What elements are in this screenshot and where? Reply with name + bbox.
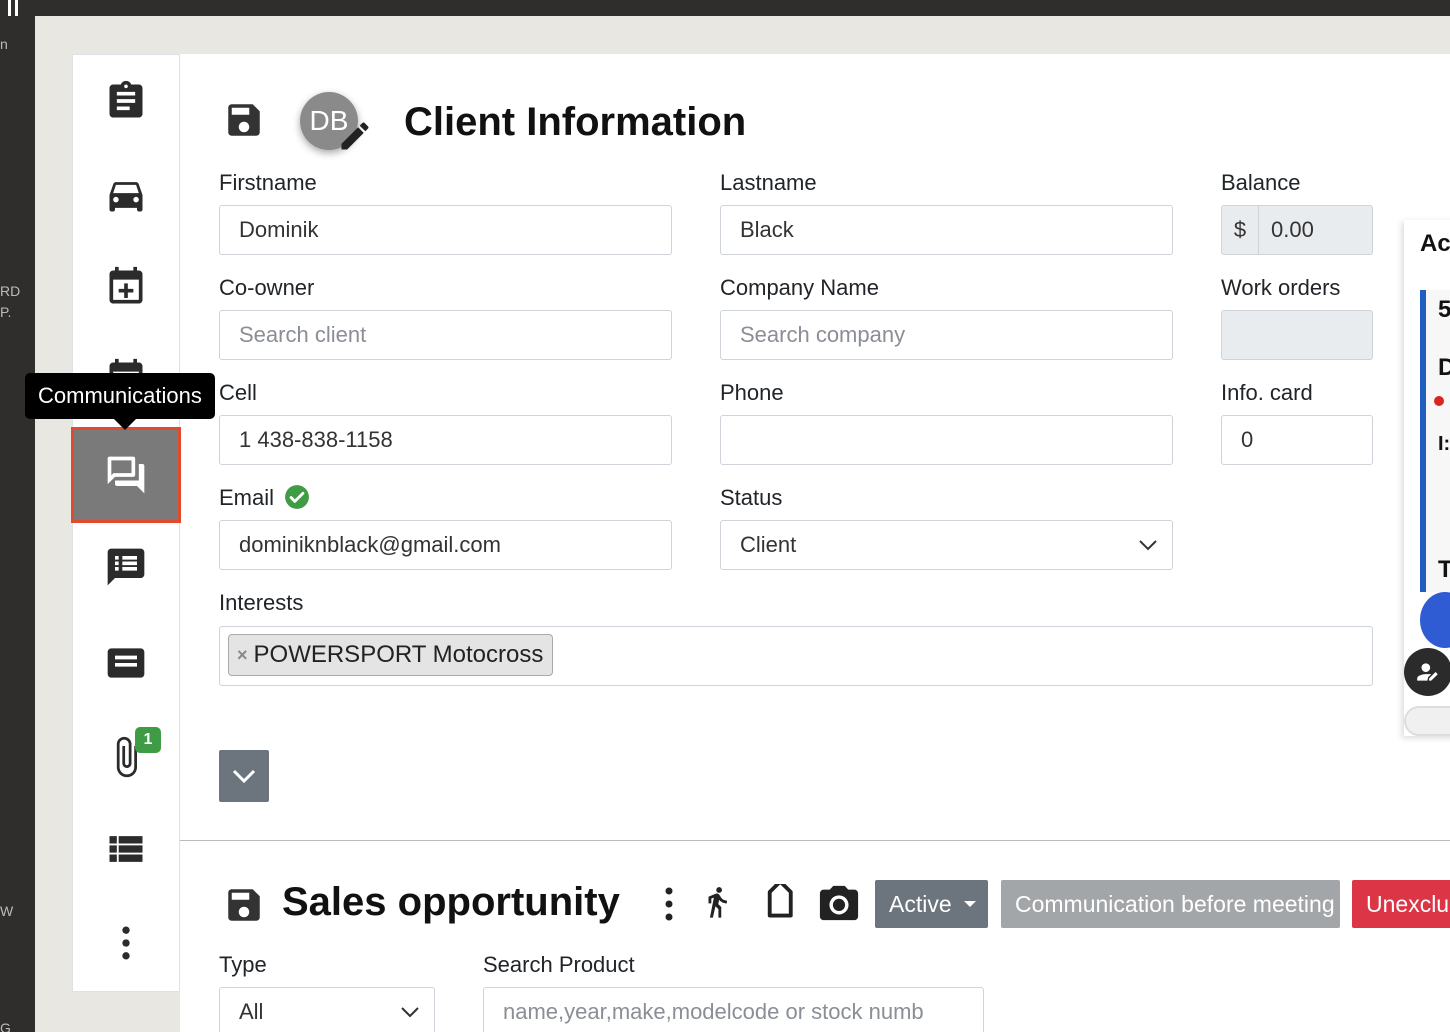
list-icon [109, 836, 143, 862]
chevron-down-icon [1139, 540, 1157, 551]
comment-list-icon [107, 548, 145, 586]
caret-down-icon [963, 901, 976, 907]
type-label: Type [219, 952, 267, 977]
activity-card-text: D [1438, 354, 1450, 381]
sidebar-item-communications[interactable] [71, 427, 181, 523]
work-orders-label: Work orders [1221, 275, 1341, 300]
cell-label: Cell [219, 380, 257, 405]
cell-input[interactable]: 1 438-838-1158 [219, 415, 672, 465]
type-selected-value: All [239, 999, 264, 1024]
edit-pencil-icon[interactable] [337, 118, 373, 154]
background-text-fragment: P. [0, 304, 12, 320]
activity-card-text: T [1438, 556, 1450, 583]
walk-in-icon[interactable] [700, 878, 734, 926]
info-card-label: Info. card [1221, 380, 1313, 405]
background-window-strip: n RD P. W G [0, 0, 35, 1032]
communication-before-meeting-button[interactable]: Communication before meeting [1001, 880, 1340, 928]
status-dropdown-label: Active [889, 890, 952, 917]
interests-label: Interests [219, 590, 304, 615]
product-search-input[interactable]: name,year,make,modelcode or stock numb [483, 987, 984, 1032]
firstname-input[interactable]: Dominik [219, 205, 672, 255]
interests-tag-input[interactable]: × POWERSPORT Motocross [219, 626, 1373, 686]
work-orders-field [1221, 310, 1373, 360]
tag-icon[interactable] [758, 884, 800, 926]
more-vertical-icon [122, 926, 130, 960]
page-title: Client Information [404, 100, 747, 144]
sidebar-item-more[interactable] [73, 897, 179, 989]
activity-card[interactable]: 5 D I: T [1420, 290, 1450, 592]
car-icon [109, 182, 143, 212]
background-text-fragment: G [0, 1020, 11, 1032]
camera-icon[interactable] [816, 882, 862, 924]
activity-panel-title: Ac [1420, 230, 1450, 257]
window-edge-mark [8, 0, 18, 16]
window-top-bar [0, 0, 1450, 16]
assign-user-button[interactable] [1404, 648, 1450, 696]
alert-icon [1434, 396, 1444, 406]
lastname-input[interactable]: Black [720, 205, 1173, 255]
chevron-down-icon [232, 769, 256, 784]
remove-tag-icon[interactable]: × [237, 645, 248, 666]
status-selected-value: Client [740, 532, 797, 557]
sidebar-item-notes[interactable] [73, 521, 179, 613]
interest-tag-label: POWERSPORT Motocross [253, 641, 544, 668]
activity-card-text: 5 [1438, 296, 1450, 323]
email-input[interactable]: dominiknblack@gmail.com [219, 520, 672, 570]
calendar-plus-icon [109, 266, 143, 304]
activity-card-text: I: [1438, 433, 1450, 455]
sales-opportunity-title: Sales opportunity [282, 880, 620, 924]
status-label: Status [720, 485, 783, 510]
section-divider [180, 840, 1450, 841]
firstname-label: Firstname [219, 170, 317, 195]
tooltip-arrow [114, 419, 136, 430]
panel-scroll-pill[interactable] [1404, 706, 1450, 736]
partner-logo [1420, 592, 1450, 648]
user-edit-icon [1417, 663, 1438, 681]
lastname-label: Lastname [720, 170, 817, 195]
company-name-label: Company Name [720, 275, 879, 300]
attachments-count-badge: 1 [135, 727, 161, 753]
save-icon[interactable] [223, 98, 265, 142]
message-icon [107, 648, 145, 678]
balance-value: 0.00 [1259, 205, 1373, 255]
currency-prefix: $ [1221, 205, 1259, 255]
sidebar: 1 [71, 54, 181, 992]
sidebar-item-list[interactable] [73, 803, 179, 895]
type-select[interactable]: All [219, 987, 435, 1032]
background-text-fragment: RD [0, 283, 21, 299]
background-text-fragment: W [0, 903, 14, 919]
sidebar-item-attachments[interactable]: 1 [73, 711, 179, 803]
expand-details-button[interactable] [219, 750, 269, 802]
sidebar-item-vehicles[interactable] [73, 149, 179, 241]
search-product-label: Search Product [483, 952, 635, 977]
sidebar-item-work-orders[interactable] [73, 55, 179, 147]
email-label: Email [219, 485, 275, 510]
sidebar-item-messages[interactable] [73, 617, 179, 709]
unexclude-button[interactable]: Unexclu [1352, 880, 1450, 928]
sidebar-item-add-appointment[interactable] [73, 241, 179, 333]
forum-icon [107, 456, 145, 494]
company-search-input[interactable]: Search company [720, 310, 1173, 360]
coowner-label: Co-owner [219, 275, 315, 300]
balance-field: $ 0.00 [1221, 205, 1373, 255]
interest-tag: × POWERSPORT Motocross [228, 634, 554, 676]
status-dropdown-button[interactable]: Active [875, 880, 988, 928]
coowner-search-input[interactable]: Search client [219, 310, 672, 360]
chevron-down-icon [401, 1007, 419, 1018]
phone-label: Phone [720, 380, 784, 405]
status-select[interactable]: Client [720, 520, 1173, 570]
clipboard-list-icon [109, 80, 143, 118]
background-text-fragment: n [0, 36, 8, 52]
balance-label: Balance [1221, 170, 1301, 195]
sidebar-tooltip: Communications [25, 373, 215, 419]
save-icon[interactable] [223, 884, 265, 926]
activity-side-panel: Ac 5 D I: T [1404, 220, 1450, 736]
more-vertical-icon[interactable] [662, 886, 676, 922]
info-card-input[interactable]: 0 [1221, 415, 1373, 465]
verified-check-icon [285, 485, 309, 509]
phone-input[interactable] [720, 415, 1173, 465]
